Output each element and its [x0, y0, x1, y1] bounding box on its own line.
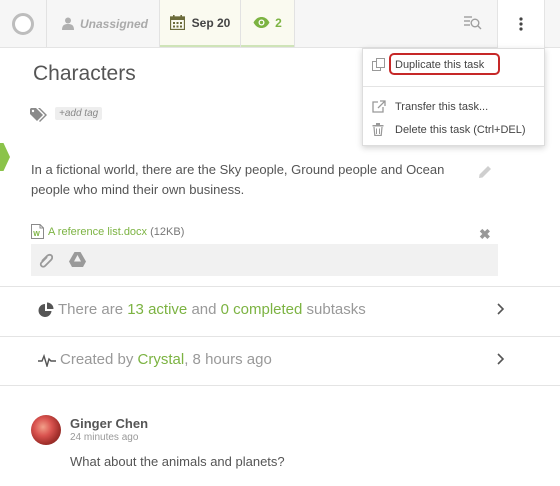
avatar[interactable]: [31, 415, 61, 445]
menu-item-delete[interactable]: Delete this task (Ctrl+DEL): [363, 119, 544, 141]
subtasks-active: 13 active: [127, 301, 188, 318]
activity-time: , 8 hours ago: [184, 351, 272, 368]
activity-row[interactable]: Created by Crystal, 8 hours ago: [0, 336, 560, 386]
subtasks-suffix: subtasks: [306, 301, 366, 318]
remove-attachment-icon[interactable]: ✖: [479, 226, 491, 243]
subtasks-prefix: There are: [58, 301, 124, 318]
comment-text: What about the animals and planets?: [70, 454, 285, 469]
menu-item-transfer[interactable]: Transfer this task...: [363, 96, 544, 118]
filter-search-icon[interactable]: [464, 15, 482, 31]
add-tag-button[interactable]: +add tag: [55, 107, 103, 120]
eye-icon: [253, 17, 270, 28]
chevron-right-icon: [497, 353, 505, 365]
subtasks-row[interactable]: There are 13 active and 0 completed subt…: [0, 286, 560, 336]
task-toolbar: Unassigned Sep 20 2: [0, 0, 560, 48]
calendar-icon: [169, 15, 185, 30]
task-title[interactable]: Characters: [33, 62, 136, 86]
more-options-button[interactable]: [497, 0, 545, 48]
user-icon: [62, 17, 74, 30]
paperclip-icon[interactable]: [39, 253, 53, 268]
subtasks-middle: and: [191, 301, 217, 318]
subtasks-completed: 0 completed: [220, 301, 303, 318]
pie-chart-icon: [38, 302, 54, 317]
attachment-toolbar: [31, 244, 498, 276]
menu-divider: [363, 86, 544, 87]
word-file-icon: W: [31, 224, 44, 239]
menu-item-label: Delete this task (Ctrl+DEL): [395, 124, 526, 136]
due-date-button[interactable]: Sep 20: [160, 0, 240, 47]
tags-icon: [30, 108, 47, 122]
copy-icon: [372, 58, 385, 71]
task-status-toggle[interactable]: [12, 13, 34, 35]
task-options-menu: Duplicate this task Transfer this task..…: [362, 48, 545, 146]
highlight-box: [389, 53, 500, 75]
assignee-label: Unassigned: [80, 16, 149, 31]
attachment-size: (12KB): [150, 226, 185, 238]
trash-icon: [372, 123, 384, 136]
expand-arrow-icon[interactable]: [0, 143, 10, 171]
divider: [294, 0, 295, 47]
google-drive-icon[interactable]: [69, 252, 86, 267]
due-date-label: Sep 20: [191, 15, 231, 30]
watchers-button[interactable]: 2: [241, 0, 294, 47]
comment-time: 24 minutes ago: [70, 432, 139, 443]
attachment-row: A reference list.docx (12KB): [48, 226, 184, 238]
activity-author[interactable]: Crystal: [138, 351, 185, 368]
comment-author[interactable]: Ginger Chen: [70, 416, 148, 431]
menu-item-label: Transfer this task...: [395, 101, 489, 113]
activity-prefix: Created by: [60, 351, 134, 368]
divider: [46, 0, 47, 47]
external-link-icon: [372, 100, 386, 113]
chevron-right-icon: [497, 303, 505, 315]
pulse-icon: [38, 353, 56, 367]
attachment-link[interactable]: A reference list.docx: [48, 226, 147, 238]
watchers-count: 2: [275, 15, 282, 30]
assignee-button[interactable]: Unassigned: [62, 0, 148, 47]
pencil-icon[interactable]: [478, 165, 492, 179]
svg-text:W: W: [33, 231, 40, 238]
vertical-dots-icon: [519, 17, 523, 31]
task-description[interactable]: In a fictional world, there are the Sky …: [31, 160, 471, 200]
